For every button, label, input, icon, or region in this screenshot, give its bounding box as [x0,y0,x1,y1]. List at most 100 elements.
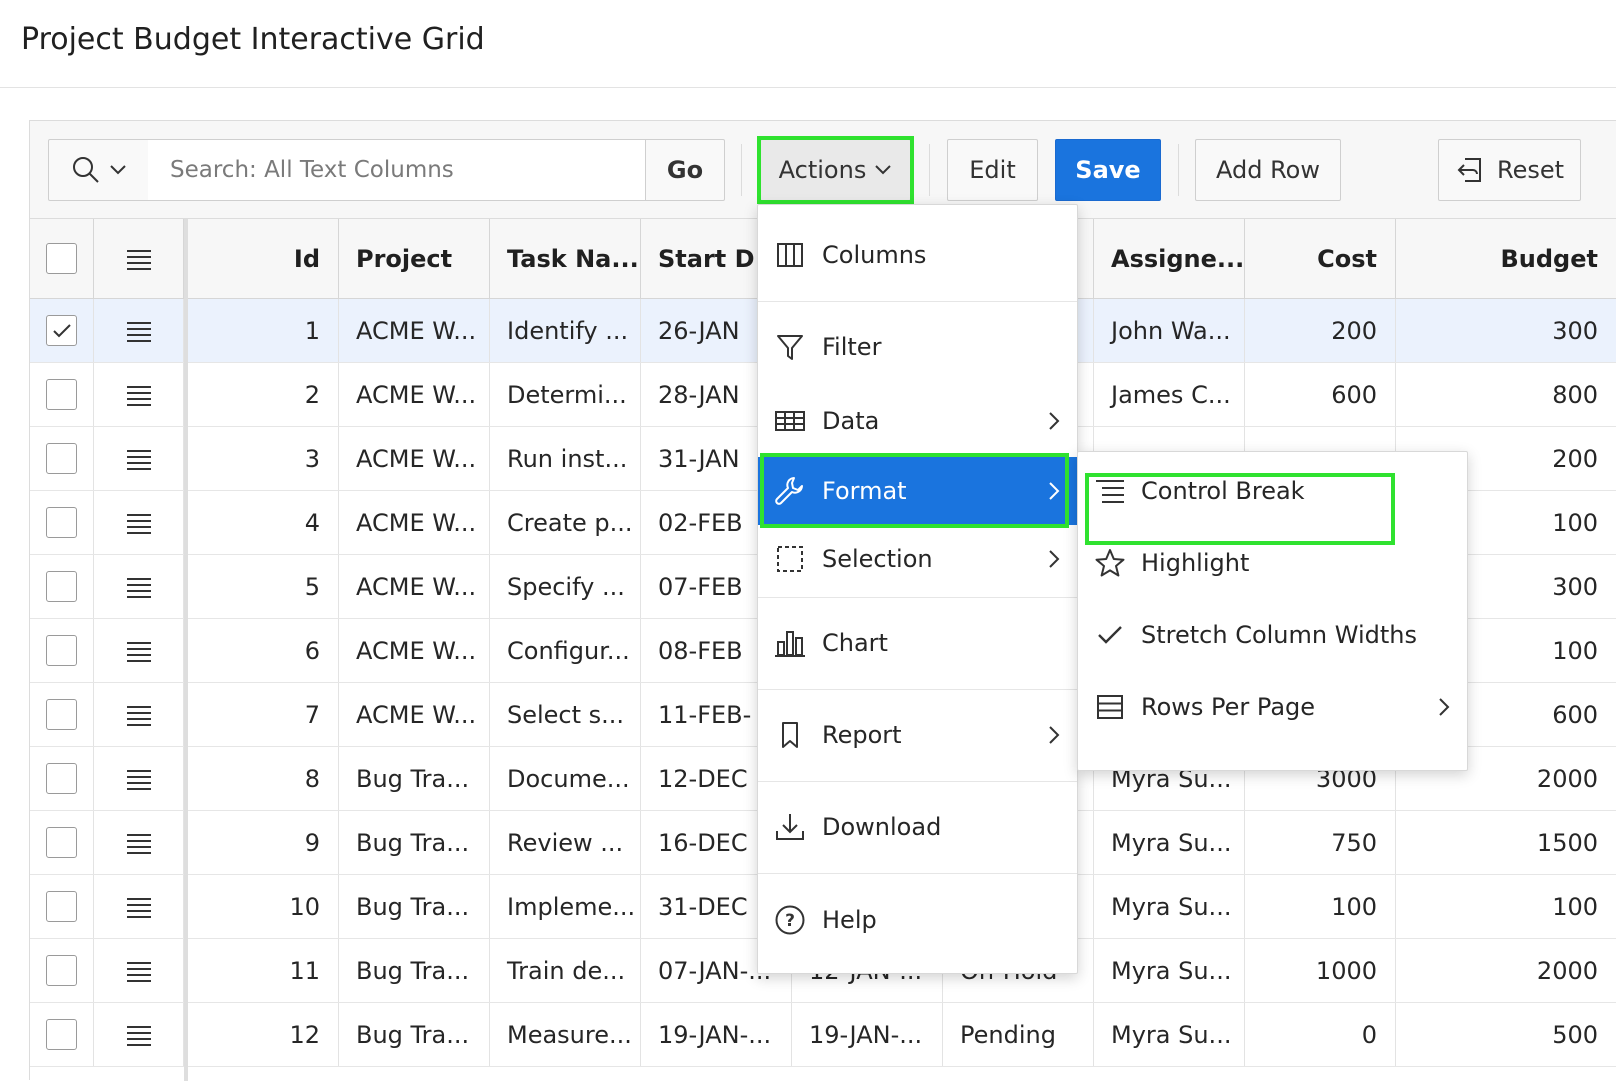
table-row[interactable]: 12 Bug Tra... Measure... 19-JAN-... 19-JAN-.… [30,1003,1616,1067]
cell-id[interactable]: 6 [188,619,339,682]
row-actions-menu-button[interactable] [94,939,184,1002]
row-actions-menu-button[interactable] [94,427,184,490]
row-actions-menu-button[interactable] [94,555,184,618]
menu-item-data[interactable]: Data [758,389,1077,453]
cell-project[interactable]: Bug Tra... [339,875,490,938]
cell-task-name[interactable]: Create p... [490,491,641,554]
column-header-task-name[interactable]: Task Na... [490,219,641,298]
cell-cost[interactable]: 1000 [1245,939,1396,1002]
cell-id[interactable]: 10 [188,875,339,938]
menu-item-control-break[interactable]: Control Break [1078,456,1467,526]
row-select-checkbox[interactable] [46,379,77,410]
cell-task-name[interactable]: Run inst... [490,427,641,490]
cell-assignee[interactable]: Myra Su... [1094,875,1245,938]
cell-id[interactable]: 9 [188,811,339,874]
row-actions-menu-button[interactable] [94,747,184,810]
cell-task-name[interactable]: Select s... [490,683,641,746]
cell-assignee[interactable]: John Wa... [1094,299,1245,362]
cell-id[interactable]: 8 [188,747,339,810]
column-header-project[interactable]: Project [339,219,490,298]
column-header-budget[interactable]: Budget [1396,219,1616,298]
cell-budget[interactable]: 100 [1396,875,1616,938]
cell-budget[interactable]: 500 [1396,1003,1616,1066]
column-header-cost[interactable]: Cost [1245,219,1396,298]
cell-id[interactable]: 3 [188,427,339,490]
cell-budget[interactable]: 1500 [1396,811,1616,874]
row-select-checkbox[interactable] [46,955,77,986]
row-select-checkbox[interactable] [46,315,77,346]
menu-item-columns[interactable]: Columns [758,213,1077,297]
row-select-checkbox[interactable] [46,891,77,922]
cell-budget[interactable]: 300 [1396,299,1616,362]
cell-cost[interactable]: 200 [1245,299,1396,362]
row-select-checkbox[interactable] [46,635,77,666]
cell-task-name[interactable]: Measure... [490,1003,641,1066]
cell-project[interactable]: ACME W... [339,683,490,746]
cell-assignee[interactable]: Myra Su... [1094,811,1245,874]
add-row-button[interactable]: Add Row [1195,139,1341,201]
cell-task-name[interactable]: Identify ... [490,299,641,362]
menu-item-filter[interactable]: Filter [758,305,1077,389]
select-all-checkbox[interactable] [46,243,77,274]
menu-item-chart[interactable]: Chart [758,601,1077,685]
menu-item-rows-per-page[interactable]: Rows Per Page [1078,672,1467,742]
menu-item-selection[interactable]: Selection [758,525,1077,593]
row-actions-menu-button[interactable] [94,1003,184,1066]
cell-project[interactable]: Bug Tra... [339,747,490,810]
menu-item-help[interactable]: ? Help [758,877,1077,963]
cell-project[interactable]: ACME W... [339,619,490,682]
menu-item-report[interactable]: Report [758,693,1077,777]
row-actions-menu-button[interactable] [94,363,184,426]
cell-project[interactable]: Bug Tra... [339,939,490,1002]
row-actions-menu-button[interactable] [94,299,184,362]
cell-cost[interactable]: 0 [1245,1003,1396,1066]
cell-task-name[interactable]: Train de... [490,939,641,1002]
row-actions-menu-button[interactable] [94,619,184,682]
cell-start-date[interactable]: 19-JAN-... [641,1003,792,1066]
row-actions-menu-button[interactable] [94,875,184,938]
cell-task-name[interactable]: Configur... [490,619,641,682]
cell-budget[interactable]: 2000 [1396,939,1616,1002]
search-input[interactable] [148,139,646,201]
row-actions-menu-button[interactable] [94,491,184,554]
menu-item-highlight[interactable]: Highlight [1078,528,1467,598]
cell-cost[interactable]: 750 [1245,811,1396,874]
cell-assignee[interactable]: James C... [1094,363,1245,426]
menu-item-download[interactable]: Download [758,785,1077,869]
row-select-checkbox[interactable] [46,507,77,538]
cell-id[interactable]: 5 [188,555,339,618]
cell-assignee[interactable]: Myra Su... [1094,939,1245,1002]
cell-end-date[interactable]: 19-JAN-... [792,1003,943,1066]
row-select-checkbox[interactable] [46,699,77,730]
cell-id[interactable]: 1 [188,299,339,362]
cell-cost[interactable]: 600 [1245,363,1396,426]
search-column-menu-button[interactable] [48,139,149,201]
actions-button[interactable]: Actions [760,139,911,201]
cell-task-name[interactable]: Review ... [490,811,641,874]
cell-task-name[interactable]: Determi... [490,363,641,426]
cell-id[interactable]: 7 [188,683,339,746]
cell-id[interactable]: 4 [188,491,339,554]
edit-button[interactable]: Edit [947,139,1038,201]
column-header-id[interactable]: Id [188,219,339,298]
cell-project[interactable]: ACME W... [339,491,490,554]
cell-task-name[interactable]: Docume... [490,747,641,810]
row-select-checkbox[interactable] [46,827,77,858]
cell-project[interactable]: Bug Tra... [339,1003,490,1066]
cell-id[interactable]: 11 [188,939,339,1002]
row-select-checkbox[interactable] [46,1019,77,1050]
column-header-assignee[interactable]: Assigne... [1094,219,1245,298]
cell-cost[interactable]: 100 [1245,875,1396,938]
cell-budget[interactable]: 800 [1396,363,1616,426]
cell-project[interactable]: ACME W... [339,427,490,490]
row-select-checkbox[interactable] [46,443,77,474]
menu-item-format[interactable]: Format [758,457,1077,525]
cell-status[interactable]: Pending [943,1003,1094,1066]
row-select-checkbox[interactable] [46,571,77,602]
row-select-checkbox[interactable] [46,763,77,794]
cell-project[interactable]: Bug Tra... [339,811,490,874]
cell-project[interactable]: ACME W... [339,363,490,426]
cell-task-name[interactable]: Impleme... [490,875,641,938]
row-actions-menu-button[interactable] [94,683,184,746]
cell-task-name[interactable]: Specify ... [490,555,641,618]
